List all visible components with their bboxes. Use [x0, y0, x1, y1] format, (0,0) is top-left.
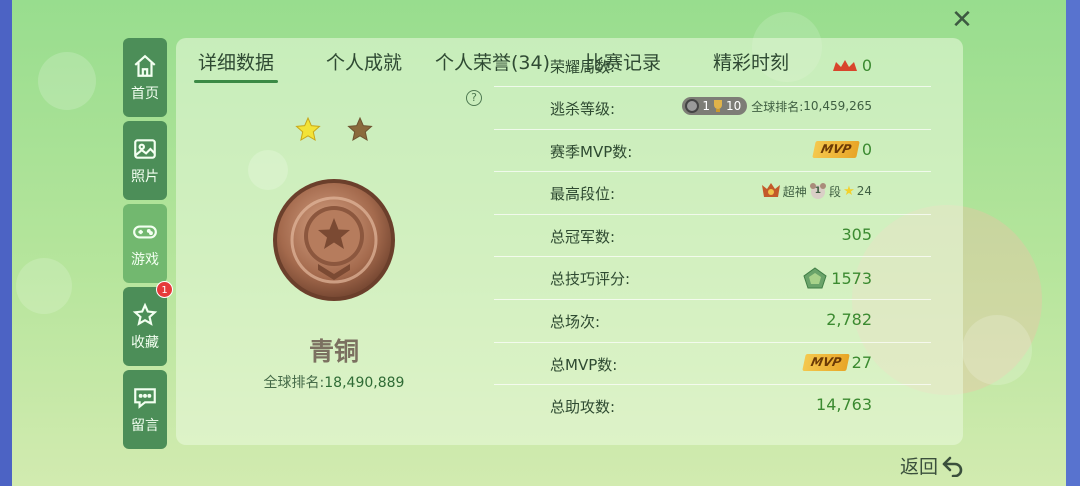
message-icon — [134, 387, 156, 409]
stat-value: 1573 — [831, 268, 872, 288]
tab-detailed-data[interactable]: 详细数据 — [193, 48, 279, 83]
stat-row-total-matches: 总场次: 2,782 — [494, 300, 931, 343]
escape-level-value: 10 — [725, 99, 742, 113]
stat-value: 27 — [851, 352, 872, 372]
back-button[interactable]: 返回 — [900, 452, 965, 479]
nav-item-favorites[interactable]: 1 收藏 — [123, 281, 173, 366]
notification-badge: 1 — [156, 281, 173, 298]
nav-label-favorites: 收藏 — [131, 334, 159, 351]
small-star-icon: ★ — [843, 183, 855, 199]
tier-stars: 24 — [856, 184, 872, 199]
honor-crown-icon — [832, 59, 857, 71]
stat-row-total-mvp: 总MVP数: MVP 27 — [494, 343, 931, 386]
stat-label: 总助攻数: — [550, 398, 616, 417]
stats-list: 荣耀局数: 0 逃杀等级: 1 10 全球排名: 10,459,265 赛季MV… — [494, 56, 931, 428]
skill-pentagon-icon — [803, 267, 827, 289]
stat-label: 总MVP数: — [550, 355, 618, 374]
stat-row-escape-level: 逃杀等级: 1 10 全球排名: 10,459,265 — [494, 87, 931, 130]
stat-row-honor: 荣耀局数: 0 — [494, 56, 931, 87]
close-button[interactable]: ✕ — [948, 6, 976, 34]
nav-label-games: 游戏 — [131, 251, 159, 268]
rank-stars — [295, 116, 373, 142]
stat-value: 14,763 — [816, 395, 872, 415]
rank-global-ranking: 全球排名:18,490,889 — [176, 372, 492, 392]
nav-item-messages[interactable]: 留言 — [123, 370, 167, 449]
back-label: 返回 — [900, 456, 939, 478]
nav-item-photos[interactable]: 照片 — [123, 121, 167, 200]
rank-title: 青铜 — [308, 337, 359, 366]
side-nav: 首页 照片 游戏 1 收藏 留言 — [123, 38, 173, 449]
stat-label: 赛季MVP数: — [550, 142, 633, 161]
stat-label: 总技巧评分: — [550, 270, 631, 289]
back-arrow-icon — [942, 456, 963, 477]
nav-item-games[interactable]: 游戏 — [123, 204, 167, 283]
photo-icon — [134, 138, 156, 159]
nav-label-photos: 照片 — [131, 168, 159, 185]
stat-row-highest-tier: 最高段位: 超神 1 段 ★ 24 — [494, 172, 931, 215]
rank-global-label: 全球排名: — [263, 375, 325, 391]
star-filled-icon — [295, 116, 321, 142]
underlying-screen-right — [1066, 0, 1080, 486]
tier-number: 1 — [814, 186, 822, 197]
stat-label: 总场次: — [550, 312, 601, 331]
tier-emblem-icon — [761, 183, 780, 198]
stat-value: 0 — [861, 56, 872, 75]
mvp-badge: MVP — [801, 353, 850, 371]
star-empty-icon — [347, 116, 373, 142]
tier-suffix: 段 — [829, 184, 842, 199]
stat-value: 2,782 — [826, 309, 872, 329]
nav-label-messages: 留言 — [131, 417, 159, 434]
favorite-icon — [132, 302, 158, 326]
gamepad-icon — [133, 225, 157, 238]
details-panel: 详细数据 个人成就 个人荣誉(34) 比赛记录 精彩时刻 ? 青铜 全球排名:1… — [176, 38, 963, 445]
escape-rank-label: 全球排名: — [751, 99, 804, 114]
stat-label: 总冠军数: — [550, 227, 616, 246]
bronze-rank-medal — [273, 179, 395, 301]
nav-item-home[interactable]: 首页 — [123, 38, 167, 117]
trophy-icon — [713, 100, 722, 112]
stat-row-season-mvp: 赛季MVP数: MVP 0 — [494, 130, 931, 173]
escape-rank-value: 10,459,265 — [803, 99, 872, 113]
stat-row-champions: 总冠军数: 305 — [494, 215, 931, 258]
stat-label: 逃杀等级: — [550, 100, 616, 118]
stat-value: 0 — [861, 139, 872, 159]
mvp-badge: MVP — [811, 140, 860, 158]
escape-level-badge: 1 — [702, 99, 710, 113]
stat-value: 305 — [841, 224, 872, 244]
stat-label: 荣耀局数: — [550, 58, 616, 76]
nav-label-home: 首页 — [131, 85, 159, 102]
home-icon — [134, 54, 156, 77]
stat-row-total-assists: 总助攻数: 14,763 — [494, 385, 931, 428]
tab-achievements[interactable]: 个人成就 — [326, 48, 402, 75]
help-icon[interactable]: ? — [466, 90, 482, 106]
escape-level-pill: 1 10 — [682, 97, 748, 115]
stat-row-skill-score: 总技巧评分: 1573 — [494, 257, 931, 300]
stat-label: 最高段位: — [550, 185, 616, 204]
rank-global-value: 18,490,889 — [324, 375, 405, 391]
tier-name: 超神 — [782, 184, 807, 199]
escape-level-icon — [685, 99, 700, 113]
